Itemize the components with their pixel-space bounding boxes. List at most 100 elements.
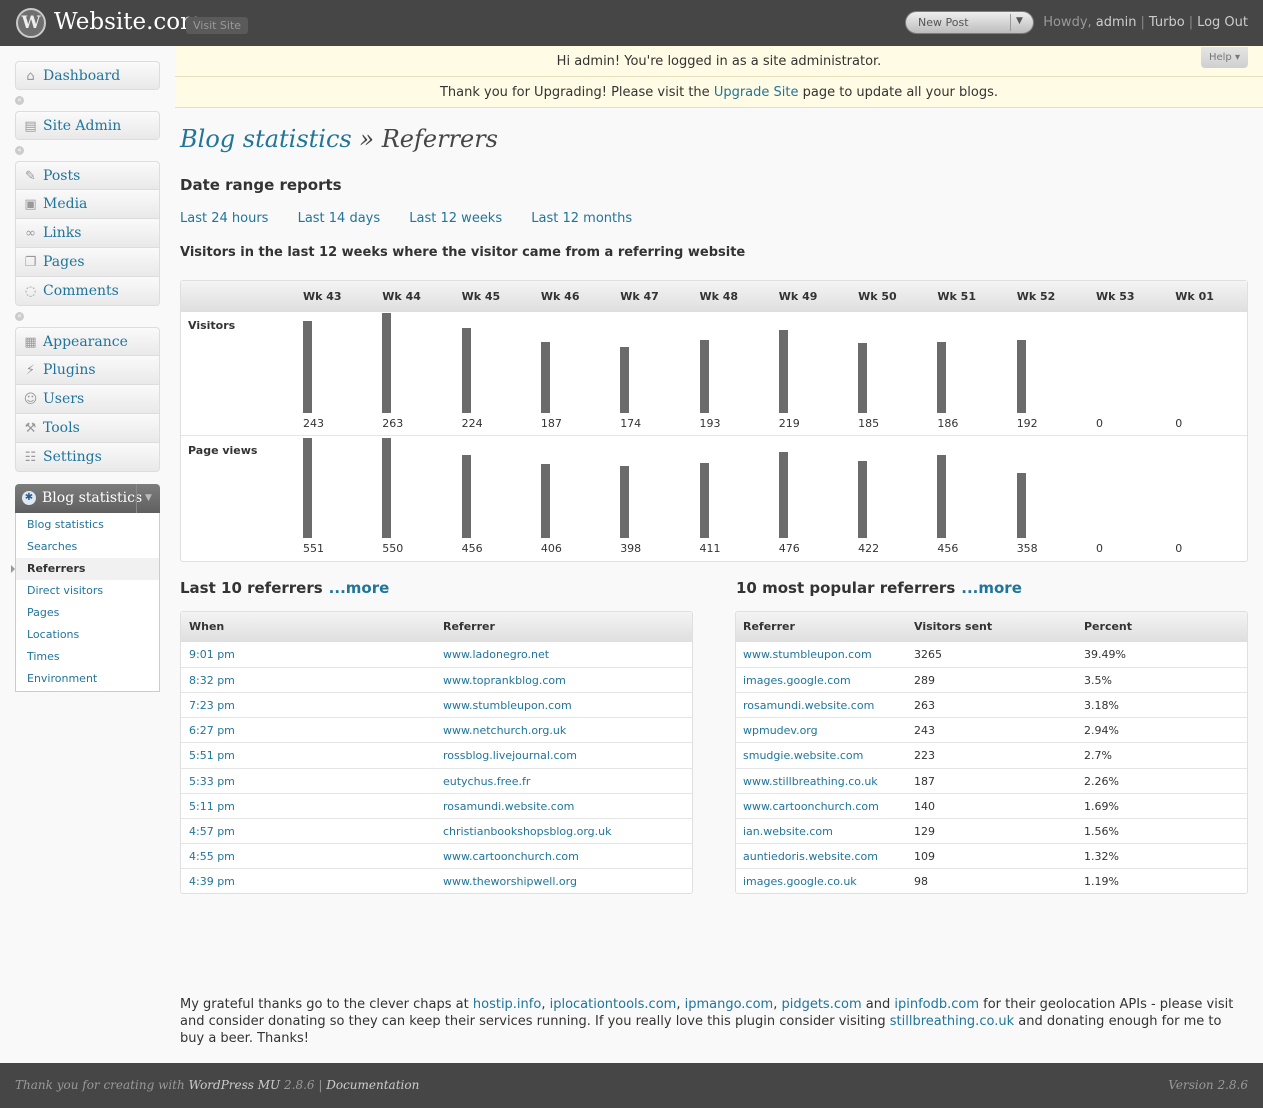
submenu-times[interactable]: Times [16, 646, 159, 668]
popular-referrers-more-link[interactable]: ...more [961, 579, 1022, 597]
ipinfodb-link[interactable]: ipinfodb.com [894, 997, 979, 1012]
table-cell[interactable]: www.cartoonchurch.com [443, 850, 579, 863]
hostip-link[interactable]: hostip.info [473, 997, 541, 1012]
logout-link[interactable]: Log Out [1197, 15, 1248, 30]
table-cell[interactable]: 4:55 pm [189, 850, 235, 863]
wordpress-logo-icon[interactable]: W [16, 8, 46, 38]
menu-media[interactable]: ▣ Media [15, 190, 160, 219]
table-cell[interactable]: 4:57 pm [189, 825, 235, 838]
table-cell[interactable]: 8:32 pm [189, 674, 235, 687]
menu-separator[interactable]: « [15, 306, 160, 327]
menu-settings[interactable]: ☷ Settings [15, 443, 160, 472]
visit-site-button[interactable]: Visit Site [186, 17, 249, 34]
site-title[interactable]: Website.com [54, 9, 202, 35]
table-cell[interactable]: rossblog.livejournal.com [443, 749, 577, 762]
pidgets-link[interactable]: pidgets.com [781, 997, 861, 1012]
table-cell[interactable]: rosamundi.website.com [443, 800, 574, 813]
bar [382, 438, 392, 538]
menu-label: Plugins [43, 362, 96, 378]
stillbreathing-link[interactable]: stillbreathing.co.uk [890, 1014, 1014, 1029]
submenu-direct-visitors[interactable]: Direct visitors [16, 580, 159, 602]
last-referrers-more-link[interactable]: ...more [329, 579, 390, 597]
menu-posts[interactable]: ✎ Posts [15, 161, 160, 190]
table-cell[interactable]: www.ladonegro.net [443, 648, 549, 661]
table-cell[interactable]: www.cartoonchurch.com [743, 800, 879, 813]
upgrade-site-link[interactable]: Upgrade Site [714, 85, 799, 100]
range-last-12-weeks[interactable]: Last 12 weeks [409, 211, 502, 226]
week-label: Wk 46 [540, 290, 580, 303]
range-last-14-days[interactable]: Last 14 days [298, 211, 381, 226]
table-cell[interactable]: images.google.co.uk [743, 875, 857, 888]
menu-appearance[interactable]: ▦ Appearance [15, 327, 160, 356]
new-post-dropdown[interactable]: New Post ▼ [905, 11, 1034, 34]
menu-links[interactable]: ∞ Links [15, 219, 160, 248]
documentation-link[interactable]: Documentation [326, 1078, 419, 1092]
collapse-icon[interactable]: « [15, 96, 24, 105]
menu-label: Blog statistics [42, 490, 143, 506]
table-cell[interactable]: rosamundi.website.com [743, 699, 874, 712]
menu-pages[interactable]: ❐ Pages [15, 248, 160, 277]
menu-site-admin[interactable]: ▤ Site Admin [15, 111, 160, 140]
menu-tools[interactable]: ⚒ Tools [15, 414, 160, 443]
bar [540, 342, 550, 413]
series-label-visitors: Visitors [188, 319, 236, 332]
table-cell[interactable]: eutychus.free.fr [443, 775, 530, 788]
table-cell: 2.94% [1084, 724, 1119, 738]
submenu-searches[interactable]: Searches [16, 536, 159, 558]
table-row: 5:11 pm rosamundi.website.com [181, 792, 692, 818]
table-cell[interactable]: www.theworshipwell.org [443, 875, 577, 888]
chevron-down-icon[interactable]: ▼ [136, 484, 160, 513]
table-cell[interactable]: christianbookshopsblog.org.uk [443, 825, 612, 838]
table-cell[interactable]: auntiedoris.website.com [743, 850, 878, 863]
table-cell[interactable]: 6:27 pm [189, 724, 235, 737]
range-last-12-months[interactable]: Last 12 months [531, 211, 632, 226]
table-cell[interactable]: wpmudev.org [743, 724, 818, 737]
table-cell[interactable]: images.google.com [743, 674, 851, 687]
table-row: www.stillbreathing.co.uk 187 2.26% [736, 767, 1247, 793]
menu-plugins[interactable]: ⚡ Plugins [15, 356, 160, 385]
submenu-blog-statistics[interactable]: Blog statistics [16, 514, 159, 536]
menu-dashboard[interactable]: ⌂ Dashboard [15, 61, 160, 90]
table-cell[interactable]: 7:23 pm [189, 699, 235, 712]
turbo-link[interactable]: Turbo [1149, 15, 1185, 30]
blog-statistics-title-link[interactable]: Blog statistics [180, 125, 352, 153]
table-cell[interactable]: 9:01 pm [189, 648, 235, 661]
bar [620, 347, 630, 413]
menu-users[interactable]: ☺ Users [15, 385, 160, 414]
popular-referrers-heading: 10 most popular referrers ...more [736, 579, 1022, 597]
submenu-locations[interactable]: Locations [16, 624, 159, 646]
submenu-referrers[interactable]: Referrers [11, 558, 159, 580]
submenu-pages[interactable]: Pages [16, 602, 159, 624]
table-cell[interactable]: 5:33 pm [189, 775, 235, 788]
help-tab[interactable]: Help ▾ [1201, 47, 1248, 68]
table-cell[interactable]: www.toprankblog.com [443, 674, 566, 687]
table-cell[interactable]: www.netchurch.org.uk [443, 724, 566, 737]
range-last-24-hours[interactable]: Last 24 hours [180, 211, 268, 226]
menu-blog-statistics[interactable]: ✱ Blog statistics ▼ [15, 484, 160, 513]
collapse-icon[interactable]: « [15, 146, 24, 155]
table-cell[interactable]: 5:51 pm [189, 749, 235, 762]
table-cell[interactable]: 4:39 pm [189, 875, 235, 888]
ipmango-link[interactable]: ipmango.com [685, 997, 774, 1012]
table-cell[interactable]: smudgie.website.com [743, 749, 863, 762]
new-post-label[interactable]: New Post [918, 16, 969, 29]
table-cell[interactable]: ian.website.com [743, 825, 833, 838]
table-cell[interactable]: www.stumbleupon.com [743, 648, 872, 661]
table-cell[interactable]: www.stumbleupon.com [443, 699, 572, 712]
table-cell[interactable]: www.stillbreathing.co.uk [743, 775, 878, 788]
submenu-environment[interactable]: Environment [16, 668, 159, 690]
date-range-links: Last 24 hours Last 14 days Last 12 weeks… [180, 211, 657, 226]
help-label[interactable]: Help [1209, 52, 1232, 63]
wordpress-mu-link[interactable]: WordPress MU [189, 1078, 281, 1092]
menu-comments[interactable]: ◌ Comments [15, 277, 160, 306]
collapse-icon[interactable]: « [15, 312, 24, 321]
menu-separator[interactable]: « [15, 140, 160, 161]
user-profile-link[interactable]: admin [1096, 15, 1137, 30]
last-referrers-title: Last 10 referrers [180, 579, 323, 597]
menu-separator[interactable]: « [15, 90, 160, 111]
howdy-text: Howdy, [1043, 15, 1092, 30]
chevron-down-icon[interactable]: ▼ [1016, 16, 1023, 26]
table-cell[interactable]: 5:11 pm [189, 800, 235, 813]
iplocationtools-link[interactable]: iplocationtools.com [550, 997, 677, 1012]
table-row: 7:23 pm www.stumbleupon.com [181, 692, 692, 717]
